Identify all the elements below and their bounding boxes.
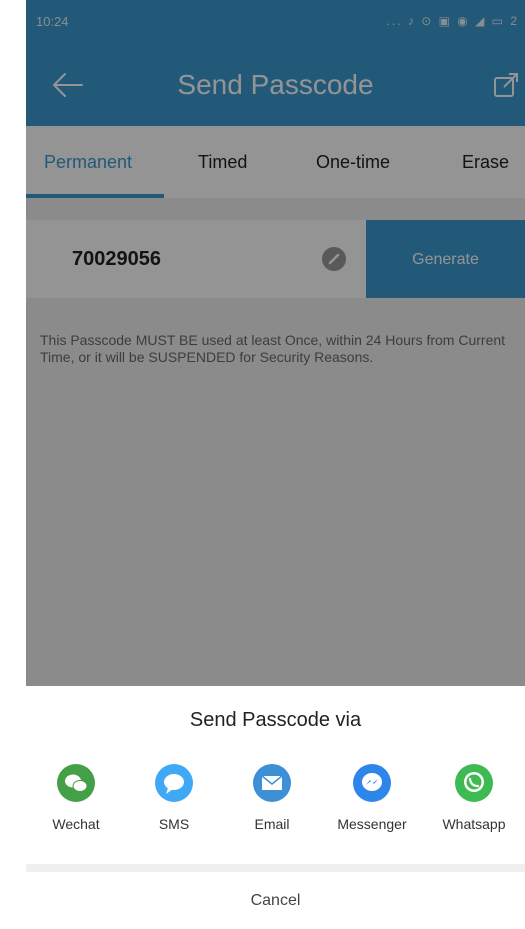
share-option-wechat[interactable]: Wechat <box>26 760 126 850</box>
share-option-whatsapp[interactable]: Whatsapp <box>424 760 524 850</box>
share-option-sms[interactable]: SMS <box>124 760 224 850</box>
share-option-email[interactable]: Email <box>222 760 322 850</box>
share-sheet-title: Send Passcode via <box>189 709 362 731</box>
messenger-icon <box>353 764 391 802</box>
modal-overlay[interactable] <box>26 0 525 686</box>
share-sheet: Send Passcode via Wechat SMS Email Messe… <box>26 686 525 929</box>
frame-edge <box>0 0 26 929</box>
cancel-button[interactable]: Cancel <box>26 872 525 929</box>
sheet-divider <box>26 864 525 872</box>
wechat-icon <box>57 764 95 802</box>
email-icon <box>253 764 291 802</box>
share-option-messenger[interactable]: Messenger <box>322 760 422 850</box>
app-screen: 10:24 ... ♪ ⊙ ▣ ◉ ◢ ▭ 2 Send Passcode Pe… <box>0 0 525 929</box>
whatsapp-icon <box>455 764 493 802</box>
sms-icon <box>155 764 193 802</box>
share-option-label: Whatsapp <box>442 816 506 832</box>
